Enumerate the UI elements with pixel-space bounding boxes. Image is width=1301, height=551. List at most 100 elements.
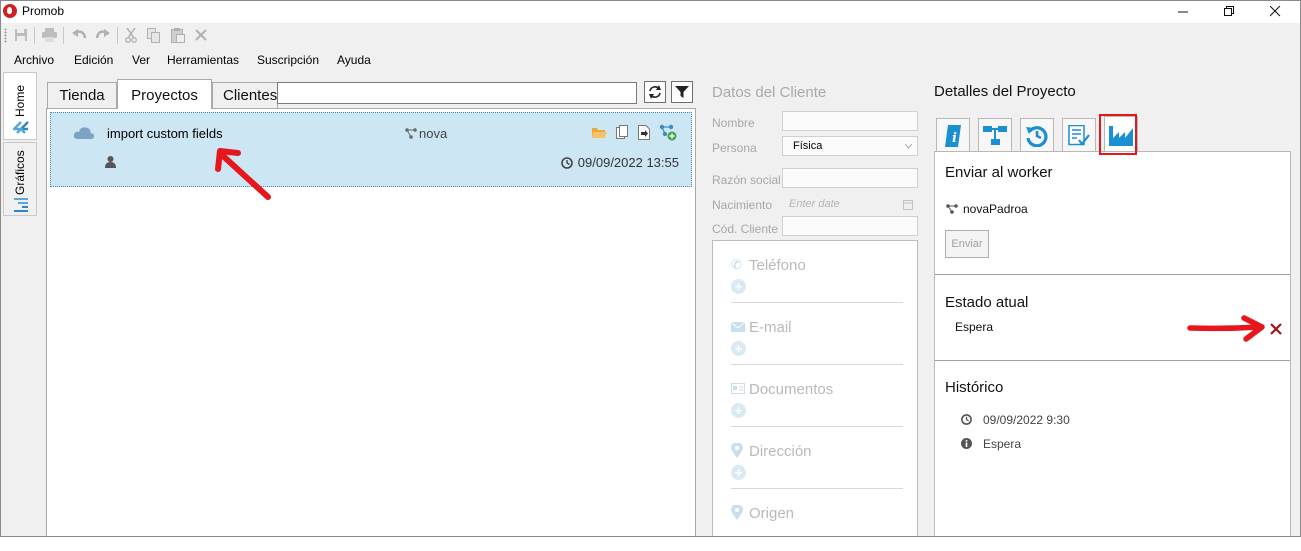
email-label: E-mail xyxy=(749,319,792,336)
history-state: Espera xyxy=(983,437,1022,451)
open-folder-icon[interactable] xyxy=(592,126,607,139)
menu-ayuda[interactable]: Ayuda xyxy=(337,53,371,67)
undo-icon[interactable] xyxy=(71,27,87,43)
cancel-status-icon[interactable] xyxy=(1270,323,1282,335)
menu-herramientas[interactable]: Herramientas xyxy=(167,53,239,67)
branch-icon xyxy=(946,204,958,214)
client-panel: Datos del Cliente Nombre Persona Física … xyxy=(708,76,922,537)
nombre-field[interactable] xyxy=(782,111,918,131)
chevron-down-icon xyxy=(905,144,912,149)
paste-icon[interactable] xyxy=(170,27,186,43)
projects-list: import custom fields nova 09/09/2022 13:… xyxy=(46,108,696,537)
status-title: Estado atual xyxy=(945,294,1029,311)
tab-tienda[interactable]: Tienda xyxy=(47,82,117,108)
copy-icon[interactable] xyxy=(146,27,162,43)
origen-label: Origen xyxy=(749,505,795,522)
delete-icon[interactable] xyxy=(193,27,209,43)
cod-cliente-label: Cód. Cliente xyxy=(712,222,779,236)
filter-icon xyxy=(675,86,689,98)
add-direccion-icon[interactable]: + xyxy=(731,465,746,480)
details-content: Enviar al worker novaPadroa Enviar Estad… xyxy=(934,151,1291,537)
tab-info[interactable]: i xyxy=(936,118,970,152)
user-icon xyxy=(105,156,116,168)
menu-archivo[interactable]: Archivo xyxy=(14,53,54,67)
hierarchy-icon xyxy=(983,125,1007,145)
export-icon[interactable] xyxy=(638,125,651,140)
email-section: E-mail + xyxy=(731,303,903,365)
nombre-label: Nombre xyxy=(712,116,755,130)
app-title: Promob xyxy=(22,4,65,18)
id-card-icon xyxy=(731,383,745,394)
refresh-button[interactable] xyxy=(644,81,666,103)
project-name: import custom fields xyxy=(107,126,223,141)
project-date: 09/09/2022 13:55 xyxy=(577,155,679,170)
tab-hierarchy[interactable] xyxy=(978,118,1012,152)
cloud-icon xyxy=(73,127,95,139)
details-panel: Detalles del Proyecto i Enviar al worker… xyxy=(930,76,1295,537)
tab-history[interactable] xyxy=(1020,118,1054,152)
cut-icon[interactable] xyxy=(123,27,139,43)
cod-cliente-field[interactable] xyxy=(782,216,918,236)
telefono-label: Teléfono xyxy=(749,257,806,274)
minimize-button[interactable] xyxy=(1160,0,1206,23)
sidebar: Home Gráficos xyxy=(0,72,40,537)
close-icon xyxy=(1269,6,1280,17)
persona-select[interactable]: Física xyxy=(782,136,918,156)
origin-pin-icon xyxy=(731,505,743,520)
persona-value: Física xyxy=(793,140,823,152)
status-value: Espera xyxy=(955,320,994,334)
chart-icon xyxy=(14,198,28,212)
history-title: Histórico xyxy=(945,379,1004,396)
search-input[interactable] xyxy=(277,82,637,104)
toolbar-grip[interactable] xyxy=(4,28,7,43)
calendar-icon[interactable] xyxy=(903,199,913,210)
menu-edicion[interactable]: Edición xyxy=(74,53,113,67)
refresh-icon xyxy=(649,85,661,99)
menu-ver[interactable]: Ver xyxy=(132,53,150,67)
redo-icon[interactable] xyxy=(94,27,110,43)
filter-button[interactable] xyxy=(671,81,693,103)
phone-icon: ✆ xyxy=(731,257,742,272)
tab-clientes[interactable]: Clientes xyxy=(212,82,278,108)
add-documentos-icon[interactable]: + xyxy=(731,403,746,418)
close-button[interactable] xyxy=(1252,0,1298,23)
contacts-box: ✆ Teléfono + E-mail + Documentos + Direc… xyxy=(712,240,918,537)
info-icon: i xyxy=(945,124,961,147)
add-branch-icon[interactable] xyxy=(659,124,677,141)
factory-icon xyxy=(1109,125,1133,146)
minimize-icon xyxy=(1177,11,1188,13)
tab-factory[interactable] xyxy=(1104,116,1138,152)
nacimiento-label: Nacimiento xyxy=(712,198,773,212)
direccion-section: Dirección + xyxy=(731,427,903,489)
add-email-icon[interactable]: + xyxy=(731,341,746,356)
project-branch: nova xyxy=(419,126,448,141)
save-icon[interactable] xyxy=(13,27,29,43)
tab-home[interactable]: Home xyxy=(3,72,37,140)
email-icon xyxy=(731,322,746,332)
project-row[interactable]: import custom fields nova 09/09/2022 13:… xyxy=(50,112,692,187)
send-worker-title: Enviar al worker xyxy=(945,164,1053,181)
add-telefono-icon[interactable]: + xyxy=(731,279,746,294)
details-title: Detalles del Proyecto xyxy=(934,83,1076,100)
toolbar-separator xyxy=(117,27,118,44)
send-button[interactable]: Enviar xyxy=(945,230,989,258)
nacimiento-field[interactable]: Enter date xyxy=(782,194,918,214)
toolbar-separator xyxy=(34,27,35,44)
history-icon xyxy=(1026,125,1048,147)
nacimiento-placeholder: Enter date xyxy=(789,198,840,210)
history-date: 09/09/2022 9:30 xyxy=(983,413,1070,427)
checklist-icon xyxy=(1068,124,1090,146)
persona-label: Persona xyxy=(712,141,757,155)
restore-button[interactable] xyxy=(1206,0,1252,23)
projects-panel: Tienda Proyectos Clientes import custom … xyxy=(44,78,698,537)
duplicate-icon[interactable] xyxy=(616,125,629,140)
tab-proyectos[interactable]: Proyectos xyxy=(117,79,212,109)
tab-graficos[interactable]: Gráficos xyxy=(3,142,37,216)
razon-social-field[interactable] xyxy=(782,168,918,188)
divider xyxy=(935,274,1290,275)
clock-icon xyxy=(561,157,573,169)
tab-checklist[interactable] xyxy=(1062,118,1096,152)
menu-suscripcion[interactable]: Suscripción xyxy=(257,53,319,67)
print-icon[interactable] xyxy=(41,27,57,43)
documentos-label: Documentos xyxy=(749,381,834,398)
